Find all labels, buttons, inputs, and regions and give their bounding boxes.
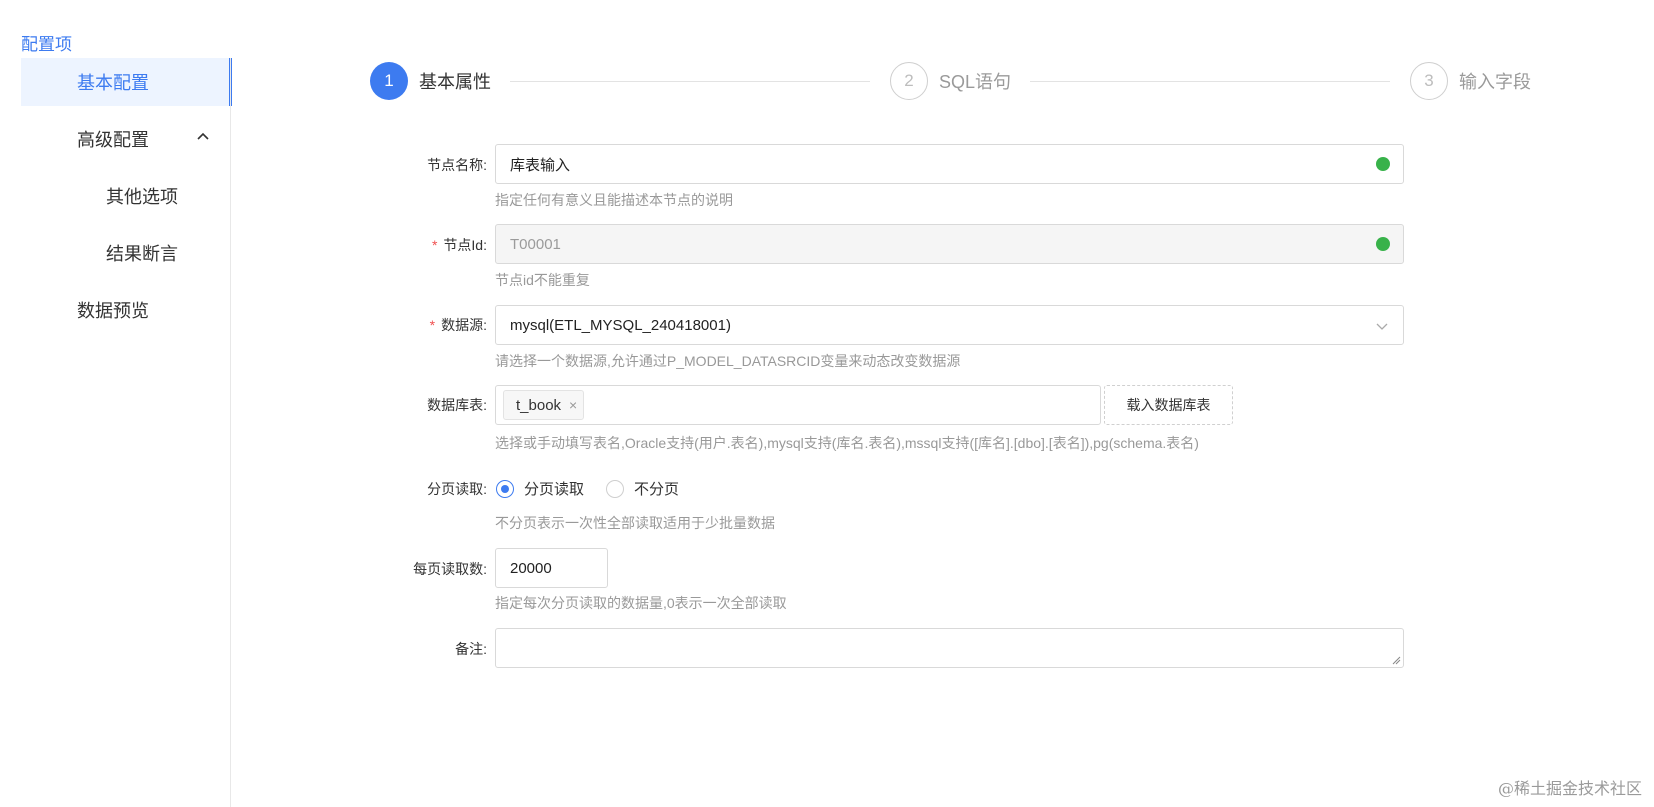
sidebar-title: 配置项 [21, 35, 72, 54]
step-2[interactable]: 2 SQL语句 [890, 62, 1011, 100]
table-tag: t_book × [503, 390, 585, 420]
paging-label: 分页读取: [427, 481, 487, 497]
sidebar-item-label: 结果断言 [106, 244, 178, 264]
remark-label: 备注: [455, 641, 487, 657]
watermark: @稀土掘金技术社区 [1497, 779, 1642, 798]
sidebar-item-advanced-config[interactable]: 高级配置 [21, 115, 231, 163]
node-id-label-text: 节点Id: [443, 237, 487, 253]
sidebar-item-other-options[interactable]: 其他选项 [21, 172, 231, 220]
node-id-label: * 节点Id: [287, 235, 487, 255]
node-name-input[interactable]: 库表输入 [495, 144, 1404, 184]
required-mark: * [431, 237, 438, 253]
paging-hint: 不分页表示一次性全部读取适用于少批量数据 [495, 515, 775, 531]
close-icon[interactable]: × [569, 397, 577, 413]
paging-radio-off[interactable]: 不分页 [606, 478, 679, 499]
step-label: SQL语句 [939, 72, 1012, 92]
node-id-input: T00001 [495, 224, 1404, 264]
datasource-label-text: 数据源: [441, 317, 487, 333]
page-size-label: 每页读取数: [413, 561, 487, 577]
page-size-input[interactable]: 20000 [495, 548, 608, 588]
load-table-button[interactable]: 载入数据库表 [1104, 385, 1233, 425]
node-name-value: 库表输入 [510, 156, 571, 174]
step-3[interactable]: 3 输入字段 [1410, 62, 1531, 100]
step-label: 基本属性 [419, 72, 491, 92]
page-size-value: 20000 [510, 559, 552, 577]
step-connector [1030, 81, 1390, 82]
sidebar-item-data-preview[interactable]: 数据预览 [21, 286, 231, 334]
sidebar-item-basic-config[interactable]: 基本配置 [21, 58, 232, 106]
sidebar-item-label: 数据预览 [77, 301, 149, 321]
step-1[interactable]: 1 基本属性 [370, 62, 491, 100]
sidebar-item-result-assertion[interactable]: 结果断言 [21, 229, 231, 277]
check-circle-icon [1376, 237, 1390, 251]
check-circle-icon [1376, 157, 1390, 171]
step-number: 3 [1410, 62, 1448, 100]
db-table-input[interactable]: t_book × [495, 385, 1101, 425]
datasource-value: mysql(ETL_MYSQL_240418001) [510, 316, 731, 334]
sidebar-item-label: 基本配置 [77, 73, 149, 93]
node-name-hint: 指定任何有意义且能描述本节点的说明 [495, 192, 733, 208]
remark-textarea[interactable] [495, 628, 1404, 668]
step-number: 2 [890, 62, 928, 100]
radio-label: 分页读取 [524, 481, 585, 498]
sidebar-item-label: 其他选项 [106, 187, 178, 207]
radio-label: 不分页 [634, 481, 680, 498]
db-table-hint: 选择或手动填写表名,Oracle支持(用户.表名),mysql支持(库名.表名)… [495, 435, 1199, 451]
radio-unchecked-icon [606, 479, 624, 498]
chevron-down-icon [1376, 323, 1388, 330]
datasource-select[interactable]: mysql(ETL_MYSQL_240418001) [495, 305, 1404, 345]
node-id-value: T00001 [510, 235, 561, 253]
table-tag-label: t_book [516, 396, 562, 414]
datasource-hint: 请选择一个数据源,允许通过P_MODEL_DATASRCID变量来动态改变数据源 [495, 353, 961, 369]
radio-checked-icon [496, 479, 514, 498]
datasource-label: * 数据源: [287, 315, 487, 335]
resize-handle-icon[interactable] [1391, 655, 1401, 665]
db-table-label: 数据库表: [427, 397, 487, 413]
sidebar-item-label: 高级配置 [77, 130, 149, 150]
sidebar-divider [230, 58, 231, 807]
step-label: 输入字段 [1459, 72, 1531, 92]
chevron-up-icon [197, 132, 209, 140]
step-number: 1 [370, 62, 408, 100]
paging-radio-on[interactable]: 分页读取 [496, 478, 584, 499]
page-size-hint: 指定每次分页读取的数据量,0表示一次全部读取 [495, 595, 787, 611]
required-mark: * [429, 317, 436, 333]
node-name-label: 节点名称: [427, 157, 487, 173]
step-connector [510, 81, 870, 82]
node-id-hint: 节点id不能重复 [495, 272, 590, 288]
